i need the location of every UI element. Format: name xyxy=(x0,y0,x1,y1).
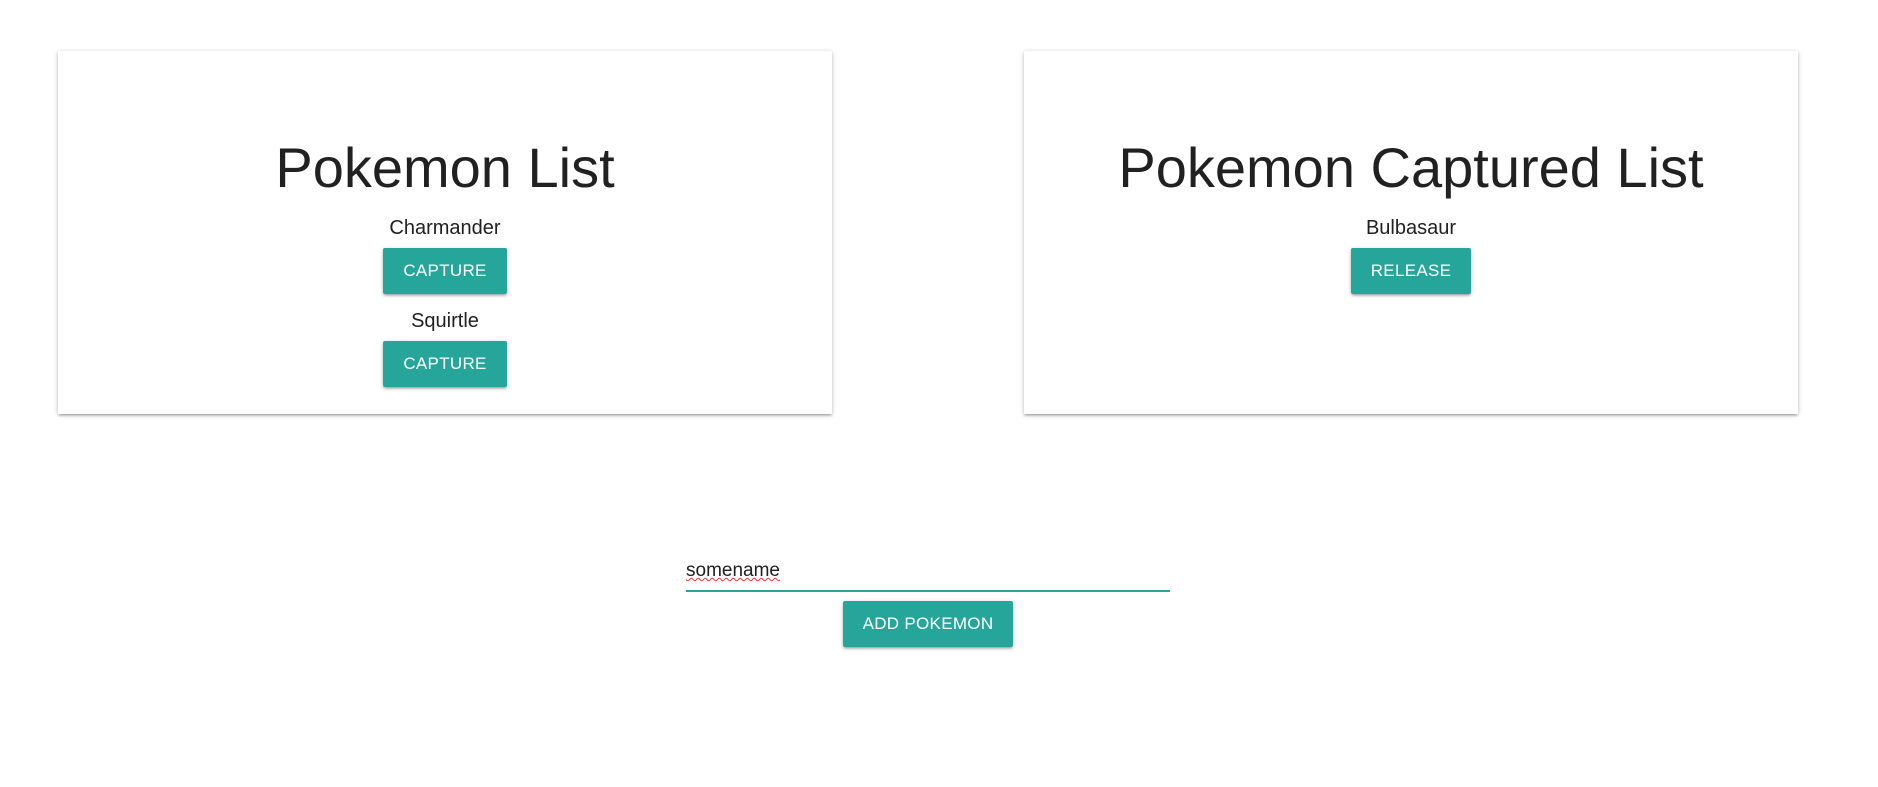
add-pokemon-button[interactable]: ADD POKEMON xyxy=(842,601,1014,647)
pokemon-name-input[interactable] xyxy=(686,552,1170,590)
pokemon-name: Squirtle xyxy=(411,310,479,332)
pokemon-name-field xyxy=(686,552,1170,592)
captured-list-items: Bulbasaur RELEASE xyxy=(1024,215,1798,294)
list-item: Charmander CAPTURE xyxy=(58,215,832,294)
pokemon-list-card: Pokemon List Charmander CAPTURE Squirtle… xyxy=(58,51,832,414)
captured-list-card: Pokemon Captured List Bulbasaur RELEASE xyxy=(1024,51,1798,414)
add-pokemon-form: ADD POKEMON xyxy=(686,552,1170,647)
captured-list-title: Pokemon Captured List xyxy=(1118,136,1704,199)
pokemon-list-items: Charmander CAPTURE Squirtle CAPTURE xyxy=(58,215,832,387)
release-button[interactable]: RELEASE xyxy=(1350,248,1472,294)
pokemon-list-title: Pokemon List xyxy=(275,136,615,199)
pokemon-name: Charmander xyxy=(389,217,501,239)
list-item: Squirtle CAPTURE xyxy=(58,308,832,387)
pokemon-name: Bulbasaur xyxy=(1365,217,1457,239)
capture-button[interactable]: CAPTURE xyxy=(383,341,507,387)
list-item: Bulbasaur RELEASE xyxy=(1024,215,1798,294)
capture-button[interactable]: CAPTURE xyxy=(383,248,507,294)
